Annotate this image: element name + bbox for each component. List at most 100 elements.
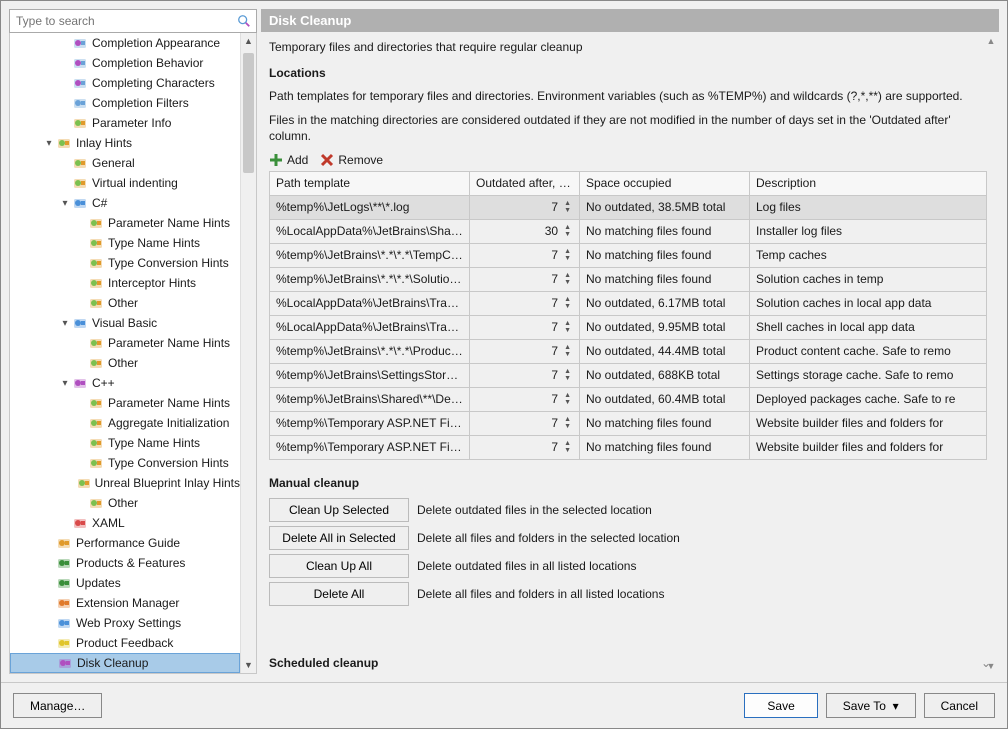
cell-days[interactable]: 7 ▲▼ — [470, 339, 580, 363]
spin-buttons[interactable]: ▲▼ — [562, 344, 573, 358]
tree-item[interactable]: Disk Cleanup — [10, 653, 240, 673]
table-row[interactable]: %temp%\JetBrains\Shared\**\Deplo7▲▼No ou… — [270, 387, 987, 411]
spin-up-icon[interactable]: ▲ — [562, 320, 573, 327]
cell-path[interactable]: %temp%\JetBrains\*.*\*.*\ProductCo — [270, 339, 470, 363]
table-row[interactable]: %temp%\JetBrains\*.*\*.*\SolutionCa7▲▼No… — [270, 267, 987, 291]
expand-toggle-icon[interactable] — [42, 138, 56, 149]
scroll-thumb[interactable] — [243, 53, 254, 173]
days-value[interactable]: 7 — [551, 344, 558, 358]
cell-path[interactable]: %LocalAppData%\JetBrains\Shared\ — [270, 219, 470, 243]
tree-item[interactable]: Parameter Name Hints — [10, 333, 240, 353]
manual-action-button[interactable]: Delete All in Selected — [269, 526, 409, 550]
spin-buttons[interactable]: ▲▼ — [562, 200, 573, 214]
days-value[interactable]: 7 — [551, 368, 558, 382]
table-row[interactable]: %temp%\JetBrains\*.*\*.*\TempCach7▲▼No m… — [270, 243, 987, 267]
expand-toggle-icon[interactable] — [58, 378, 72, 389]
days-value[interactable]: 7 — [551, 200, 558, 214]
spin-up-icon[interactable]: ▲ — [562, 440, 573, 447]
spin-down-icon[interactable]: ▼ — [562, 327, 573, 334]
spin-buttons[interactable]: ▲▼ — [562, 416, 573, 430]
days-value[interactable]: 7 — [551, 248, 558, 262]
remove-button[interactable]: Remove — [320, 153, 383, 167]
spin-up-icon[interactable]: ▲ — [562, 368, 573, 375]
tree-item[interactable]: XAML — [10, 513, 240, 533]
expand-toggle-icon[interactable] — [58, 318, 72, 329]
spin-down-icon[interactable]: ▼ — [562, 399, 573, 406]
tree-item[interactable]: Type Name Hints — [10, 233, 240, 253]
spin-up-icon[interactable]: ▲ — [562, 344, 573, 351]
cell-days[interactable]: 7▲▼ — [470, 435, 580, 459]
table-row[interactable]: %LocalAppData%\JetBrains\Transien7▲▼No o… — [270, 291, 987, 315]
tree-item[interactable]: General — [10, 153, 240, 173]
tree-item[interactable]: Completing Characters — [10, 73, 240, 93]
tree-item[interactable]: Updates — [10, 573, 240, 593]
tree-item[interactable]: Visual Basic — [10, 313, 240, 333]
spin-down-icon[interactable]: ▼ — [562, 207, 573, 214]
locations-table[interactable]: Path template Outdated after, days Space… — [269, 171, 987, 460]
spin-buttons[interactable]: ▲▼ — [562, 272, 573, 286]
cell-days[interactable]: 7 ▲▼ — [470, 363, 580, 387]
tree-item[interactable]: Performance Guide — [10, 533, 240, 553]
spin-down-icon[interactable]: ▼ — [562, 375, 573, 382]
spin-up-icon[interactable]: ▲ — [562, 272, 573, 279]
tree-item[interactable]: Products & Features — [10, 553, 240, 573]
manual-action-button[interactable]: Clean Up All — [269, 554, 409, 578]
col-space[interactable]: Space occupied — [580, 171, 750, 195]
scroll-down-icon[interactable]: ▼ — [241, 657, 256, 673]
spin-down-icon[interactable]: ▼ — [562, 255, 573, 262]
tree-item[interactable]: Interceptor Hints — [10, 273, 240, 293]
tree-item[interactable]: Completion Behavior — [10, 53, 240, 73]
spin-buttons[interactable]: ▲▼ — [562, 248, 573, 262]
manual-action-button[interactable]: Delete All — [269, 582, 409, 606]
cell-days[interactable]: 7▲▼ — [470, 411, 580, 435]
tree-item[interactable]: Parameter Info — [10, 113, 240, 133]
table-row[interactable]: %LocalAppData%\JetBrains\Shared\30▲▼No m… — [270, 219, 987, 243]
tree-item[interactable]: Completion Filters — [10, 93, 240, 113]
table-row[interactable]: %LocalAppData%\JetBrains\Transien7▲▼No o… — [270, 315, 987, 339]
cell-path[interactable]: %temp%\JetLogs\**\*.log — [270, 195, 470, 219]
tree-item[interactable]: Type Conversion Hints — [10, 453, 240, 473]
settings-tree[interactable]: Completion AppearanceCompletion Behavior… — [10, 33, 240, 673]
spin-up-icon[interactable]: ▲ — [562, 296, 573, 303]
tree-item[interactable]: C# — [10, 193, 240, 213]
cell-days[interactable]: 7 ▲▼ — [470, 195, 580, 219]
cancel-button[interactable]: Cancel — [924, 693, 995, 718]
spin-up-icon[interactable]: ▲ — [562, 248, 573, 255]
tree-item[interactable]: C++ — [10, 373, 240, 393]
save-to-button[interactable]: Save To ▾ — [826, 693, 916, 718]
table-row[interactable]: %temp%\JetBrains\*.*\*.*\ProductCo7▲▼No … — [270, 339, 987, 363]
cell-path[interactable]: %temp%\JetBrains\*.*\*.*\SolutionCa — [270, 267, 470, 291]
spin-buttons[interactable]: ▲▼ — [562, 392, 573, 406]
spin-up-icon[interactable]: ▲ — [562, 224, 573, 231]
col-days[interactable]: Outdated after, days — [470, 171, 580, 195]
tree-item[interactable]: Product Feedback — [10, 633, 240, 653]
tree-item[interactable]: Aggregate Initialization — [10, 413, 240, 433]
spin-buttons[interactable]: ▲▼ — [562, 296, 573, 310]
cell-days[interactable]: 7▲▼ — [470, 291, 580, 315]
chevron-down-icon[interactable]: ⌄ — [981, 656, 991, 670]
cell-days[interactable]: 30▲▼ — [470, 219, 580, 243]
cell-path[interactable]: %LocalAppData%\JetBrains\Transien — [270, 291, 470, 315]
table-row[interactable]: %temp%\Temporary ASP.NET Files\[7▲▼No ma… — [270, 435, 987, 459]
tree-item[interactable]: Parameter Name Hints — [10, 393, 240, 413]
tree-item[interactable]: Web Proxy Settings — [10, 613, 240, 633]
cell-days[interactable]: 7▲▼ — [470, 315, 580, 339]
cell-path[interactable]: %temp%\Temporary ASP.NET Files\[ — [270, 435, 470, 459]
cell-days[interactable]: 7 ▲▼ — [470, 243, 580, 267]
cell-path[interactable]: %temp%\JetBrains\SettingsStorageC — [270, 363, 470, 387]
spin-down-icon[interactable]: ▼ — [562, 303, 573, 310]
spin-down-icon[interactable]: ▼ — [562, 447, 573, 454]
tree-item[interactable]: Completion Appearance — [10, 33, 240, 53]
tree-item[interactable]: Inlay Hints — [10, 133, 240, 153]
col-desc[interactable]: Description — [750, 171, 987, 195]
spin-up-icon[interactable]: ▲ — [562, 200, 573, 207]
search-input[interactable] — [14, 13, 236, 29]
tree-item[interactable]: Virtual indenting — [10, 173, 240, 193]
manage-button[interactable]: Manage… — [13, 693, 102, 718]
spin-up-icon[interactable]: ▲ — [562, 392, 573, 399]
tree-item[interactable]: Type Name Hints — [10, 433, 240, 453]
spin-up-icon[interactable]: ▲ — [562, 416, 573, 423]
cell-days[interactable]: 7▲▼ — [470, 387, 580, 411]
spin-buttons[interactable]: ▲▼ — [562, 368, 573, 382]
tree-item[interactable]: Type Conversion Hints — [10, 253, 240, 273]
